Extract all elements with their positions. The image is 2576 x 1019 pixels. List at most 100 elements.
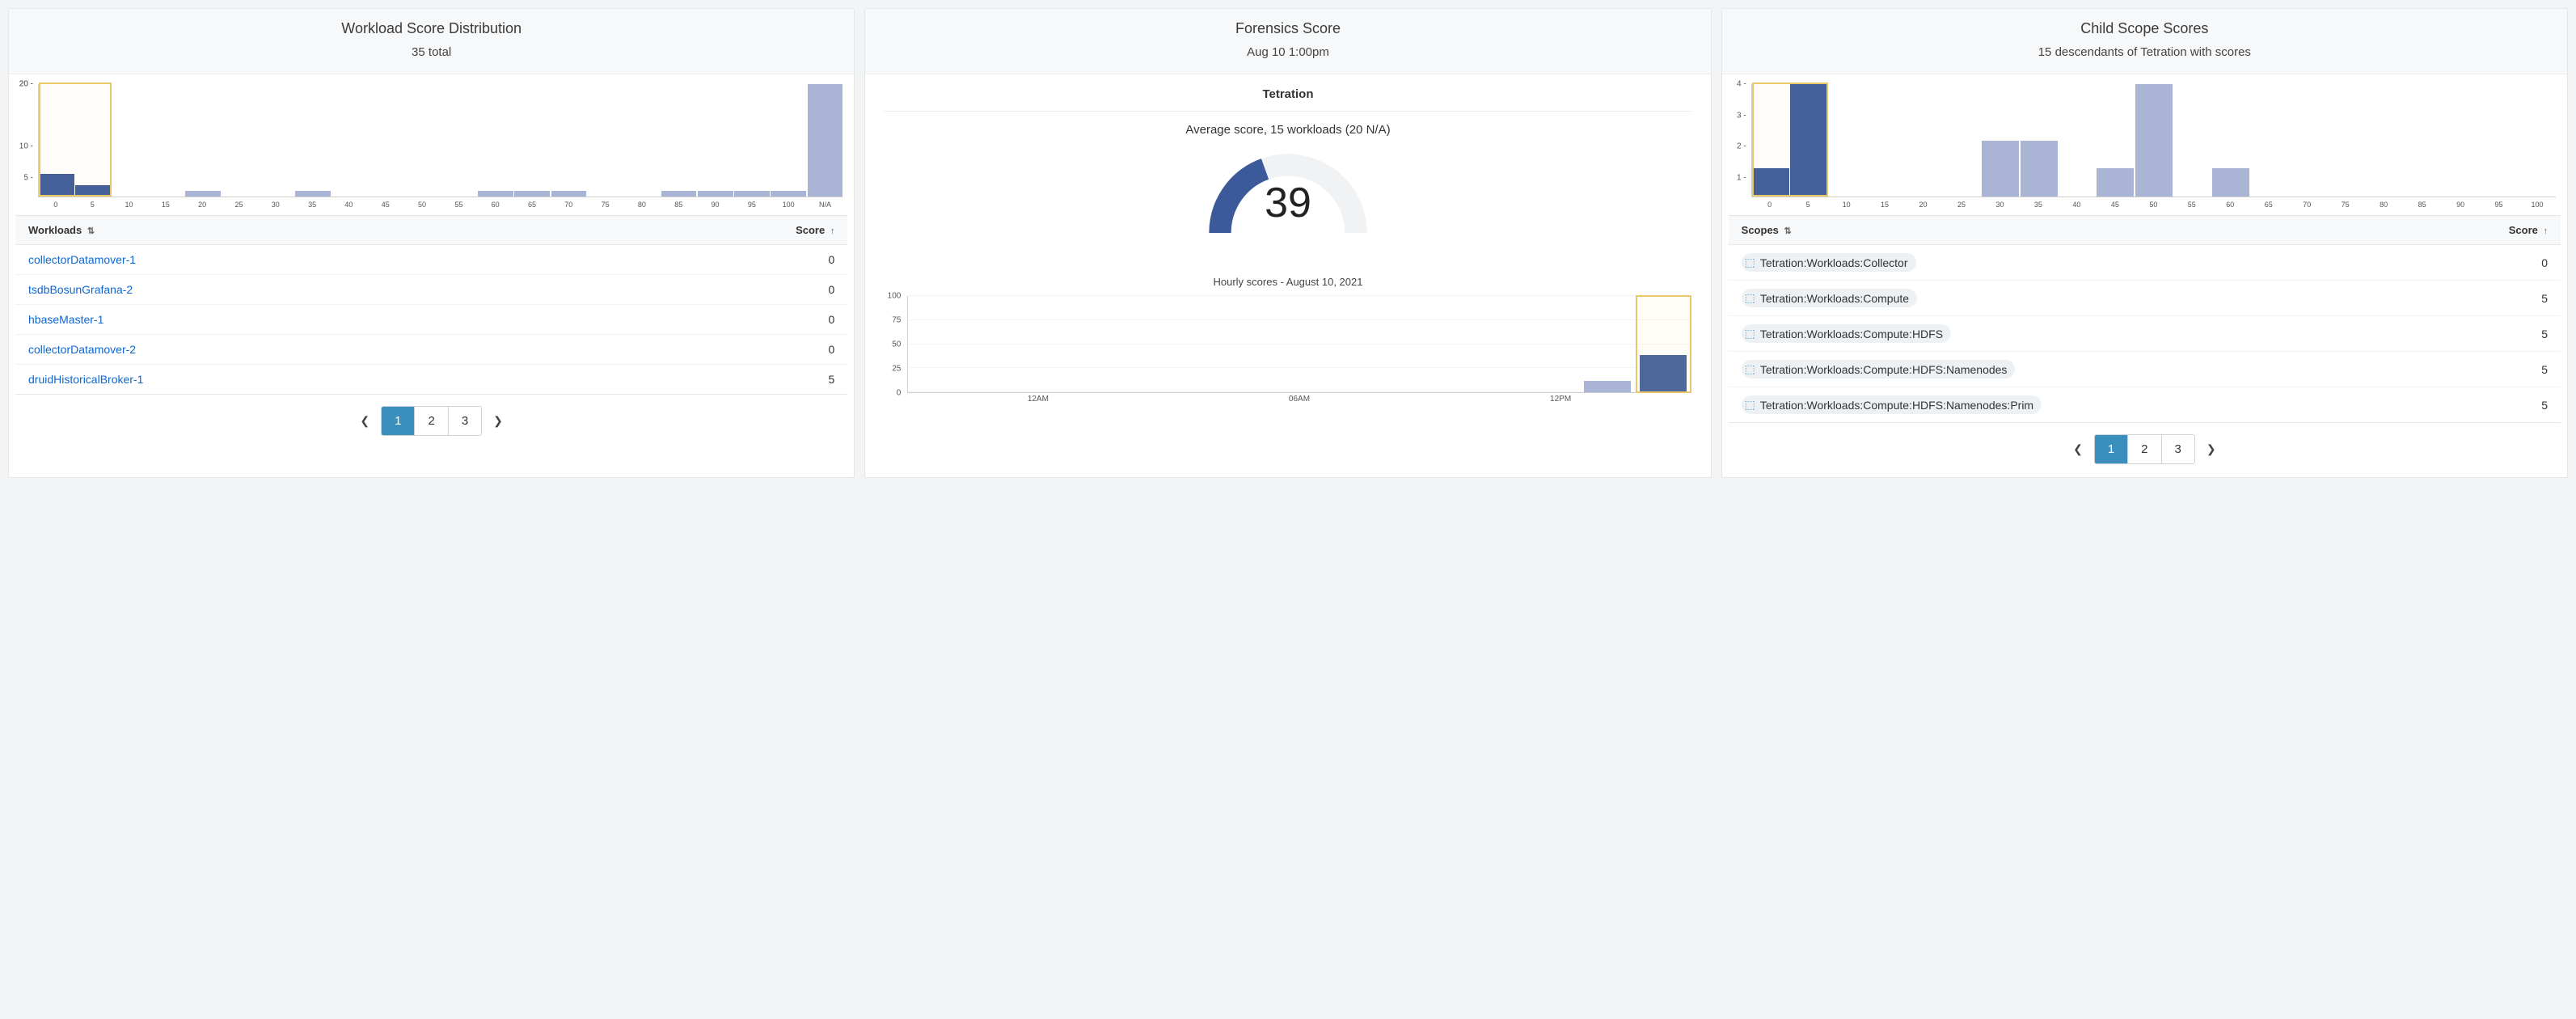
bar[interactable] (734, 191, 770, 197)
score-cell: 5 (2422, 387, 2561, 423)
child-scope-panel: Child Scope Scores 15 descendants of Tet… (1721, 8, 2568, 478)
table-row: ⬚Tetration:Workloads:Compute5 (1729, 281, 2561, 316)
pager-page[interactable]: 2 (2128, 435, 2161, 463)
bar[interactable] (478, 191, 513, 197)
bar[interactable] (661, 191, 697, 197)
score-cell: 0 (585, 245, 847, 275)
hour-slot[interactable] (1020, 296, 1076, 392)
hour-slot[interactable] (1356, 296, 1412, 392)
bar[interactable] (771, 191, 806, 197)
gauge-value: 39 (1265, 179, 1311, 227)
bar[interactable] (551, 191, 587, 197)
panel-header: Workload Score Distribution 35 total (9, 9, 854, 74)
scope-cube-icon: ⬚ (1745, 256, 1755, 269)
bar[interactable] (1752, 168, 1789, 197)
hour-slot[interactable] (1132, 296, 1188, 392)
score-cell: 0 (585, 335, 847, 365)
forensics-score-panel: Forensics Score Aug 10 1:00pm Tetration … (864, 8, 1711, 478)
scope-pill[interactable]: ⬚Tetration:Workloads:Compute:HDFS (1742, 324, 1951, 343)
bar[interactable] (1790, 84, 1827, 197)
workload-score-panel: Workload Score Distribution 35 total 5 -… (8, 8, 855, 478)
scope-pill[interactable]: ⬚Tetration:Workloads:Compute:HDFS:Nameno… (1742, 395, 2042, 414)
workload-link[interactable]: collectorDatamover-2 (28, 343, 136, 356)
pager-next[interactable]: ❯ (2195, 436, 2228, 463)
table-row: ⬚Tetration:Workloads:Compute:HDFS5 (1729, 316, 2561, 352)
table-row: druidHistoricalBroker-1 5 (15, 365, 847, 395)
score-cell: 0 (585, 275, 847, 305)
score-cell: 5 (585, 365, 847, 395)
bar[interactable] (2097, 168, 2134, 197)
sort-asc-icon: ↑ (830, 226, 835, 236)
scope-pill[interactable]: ⬚Tetration:Workloads:Compute (1742, 289, 1917, 307)
col-score[interactable]: Score ↑ (585, 216, 847, 245)
bar[interactable] (295, 191, 331, 197)
bar[interactable] (1982, 141, 2019, 197)
panel-subtitle: 35 total (23, 45, 839, 59)
workload-link[interactable]: hbaseMaster-1 (28, 313, 103, 326)
hour-slot[interactable] (1188, 296, 1244, 392)
bar[interactable] (808, 84, 843, 197)
workloads-table: Workloads ⇅ Score ↑ collectorDatamover-1… (15, 215, 847, 395)
panel-subtitle: Aug 10 1:00pm (880, 45, 1696, 59)
scope-cube-icon: ⬚ (1745, 362, 1755, 376)
hour-slot[interactable] (1244, 296, 1299, 392)
hour-slot[interactable] (965, 296, 1020, 392)
workload-link[interactable]: druidHistoricalBroker-1 (28, 373, 143, 386)
pager-page[interactable]: 3 (449, 407, 481, 435)
score-cell: 0 (585, 305, 847, 335)
hour-slot[interactable] (1300, 296, 1356, 392)
table-row: ⬚Tetration:Workloads:Collector0 (1729, 245, 2561, 281)
hour-slot[interactable] (908, 296, 964, 392)
hour-slot[interactable] (1076, 296, 1132, 392)
col-workloads[interactable]: Workloads ⇅ (15, 216, 585, 245)
workload-distribution-chart[interactable]: 5 -10 -20 -20 - 051015202530354045505560… (15, 84, 847, 209)
hour-slot[interactable] (1523, 296, 1579, 392)
hour-slot[interactable] (1412, 296, 1467, 392)
hourly-scores-chart[interactable]: 0255075100 12AM06AM12PM (880, 296, 1696, 409)
bar[interactable] (75, 185, 111, 197)
bar[interactable] (514, 191, 550, 197)
pager-page[interactable]: 2 (415, 407, 448, 435)
table-row: collectorDatamover-2 0 (15, 335, 847, 365)
workload-link[interactable]: tsdbBosunGrafana-2 (28, 283, 133, 296)
pager-page[interactable]: 3 (2162, 435, 2194, 463)
pager-prev[interactable]: ❮ (348, 408, 381, 434)
child-scope-distribution-chart[interactable]: 1 -2 -3 -4 - 051015202530354045505560657… (1729, 84, 2561, 209)
table-row: ⬚Tetration:Workloads:Compute:HDFS:Nameno… (1729, 352, 2561, 387)
table-row: tsdbBosunGrafana-2 0 (15, 275, 847, 305)
bar[interactable] (698, 191, 733, 197)
col-scopes[interactable]: Scopes ⇅ (1729, 216, 2423, 245)
score-cell: 5 (2422, 352, 2561, 387)
pager-page[interactable]: 1 (2095, 435, 2128, 463)
bar[interactable] (39, 174, 74, 197)
pager-prev[interactable]: ❮ (2062, 436, 2094, 463)
sort-asc-icon: ↑ (2544, 226, 2549, 236)
panel-title: Workload Score Distribution (23, 20, 839, 37)
hour-slot[interactable] (1467, 296, 1523, 392)
scope-pill[interactable]: ⬚Tetration:Workloads:Collector (1742, 253, 1916, 272)
bar[interactable] (2021, 141, 2058, 197)
forensics-gauge[interactable]: 39 (1203, 148, 1373, 253)
hour-slot[interactable] (1579, 296, 1635, 392)
table-row: hbaseMaster-1 0 (15, 305, 847, 335)
panel-subtitle: 15 descendants of Tetration with scores (1737, 45, 2553, 59)
pager-next[interactable]: ❯ (482, 408, 514, 434)
pager-page[interactable]: 1 (382, 407, 415, 435)
scope-name: Tetration (885, 82, 1691, 112)
workload-link[interactable]: collectorDatamover-1 (28, 253, 136, 266)
scopes-table: Scopes ⇅ Score ↑ ⬚Tetration:Workloads:Co… (1729, 215, 2561, 423)
table-row: collectorDatamover-1 0 (15, 245, 847, 275)
panel-header: Child Scope Scores 15 descendants of Tet… (1722, 9, 2567, 74)
panel-title: Forensics Score (880, 20, 1696, 37)
scope-pill[interactable]: ⬚Tetration:Workloads:Compute:HDFS:Nameno… (1742, 360, 2016, 378)
bar[interactable] (2135, 84, 2173, 197)
hour-slot[interactable] (1636, 296, 1691, 392)
panel-header: Forensics Score Aug 10 1:00pm (865, 9, 1710, 74)
average-score-label: Average score, 15 workloads (20 N/A) (880, 123, 1696, 137)
sort-icon: ⇅ (1784, 226, 1792, 236)
col-score[interactable]: Score ↑ (2422, 216, 2561, 245)
scopes-pager: ❮ 123 ❯ (1729, 434, 2561, 464)
bar[interactable] (2212, 168, 2249, 197)
bar[interactable] (185, 191, 221, 197)
scope-cube-icon: ⬚ (1745, 291, 1755, 305)
